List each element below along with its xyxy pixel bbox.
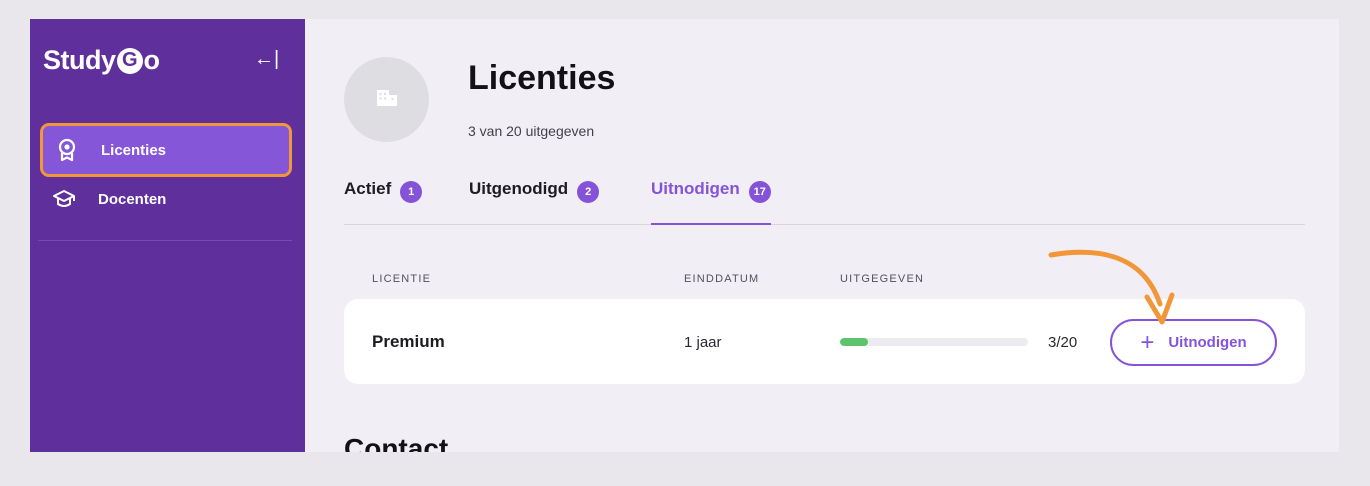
issued-progress-bar (840, 338, 1028, 346)
count-badge: 2 (577, 181, 600, 203)
progress-fill (840, 338, 869, 346)
sidebar-item-docenten[interactable]: Docenten (40, 172, 292, 226)
sidebar-item-licenties[interactable]: Licenties (40, 123, 292, 177)
tab-bar: Actief 1 Uitgenodigd 2 Uitnodigen 17 (344, 179, 1305, 225)
building-icon (376, 87, 398, 112)
column-header-einddatum: EINDDATUM (684, 273, 760, 285)
sidebar-item-label: Docenten (98, 190, 167, 208)
studygo-logo[interactable]: Study Go (43, 45, 160, 76)
tab-uitgenodigd[interactable]: Uitgenodigd 2 (469, 179, 600, 225)
award-icon (52, 138, 82, 162)
collapse-sidebar-icon[interactable]: ←| (254, 49, 279, 69)
tab-uitnodigen[interactable]: Uitnodigen 17 (651, 179, 771, 225)
graduation-cap-icon (49, 189, 79, 209)
plus-icon: + (1140, 328, 1155, 356)
count-badge: 1 (400, 181, 423, 203)
column-header-licentie: LICENTIE (372, 273, 432, 285)
logo-g-mark: G (116, 47, 143, 74)
logo-text: Study (43, 45, 116, 75)
highlight-arrow-icon (1048, 249, 1175, 325)
logo-text-end: o (143, 45, 161, 75)
invite-button-label: Uitnodigen (1168, 334, 1247, 351)
organization-avatar (344, 57, 429, 142)
tab-label: Uitnodigen (651, 179, 740, 198)
count-badge: 17 (748, 181, 771, 203)
sidebar-divider (38, 240, 292, 241)
sidebar-item-label: Licenties (101, 141, 167, 159)
tab-label: Uitgenodigd (469, 179, 569, 198)
end-date: 1 jaar (684, 334, 722, 351)
column-header-uitgegeven: UITGEGEVEN (840, 273, 925, 285)
page-title: Licenties (468, 59, 616, 97)
sidebar: Study Go ←| Licenties Docenten (30, 19, 305, 452)
contact-heading: Contact (344, 433, 449, 452)
app-window: Study Go ←| Licenties Docenten Licenties… (30, 19, 1339, 452)
license-summary: 3 van 20 uitgegeven (468, 123, 595, 139)
tab-actief[interactable]: Actief 1 (344, 179, 423, 225)
license-name: Premium (372, 332, 445, 351)
tab-label: Actief (344, 179, 392, 198)
issued-count: 3/20 (1048, 334, 1078, 351)
